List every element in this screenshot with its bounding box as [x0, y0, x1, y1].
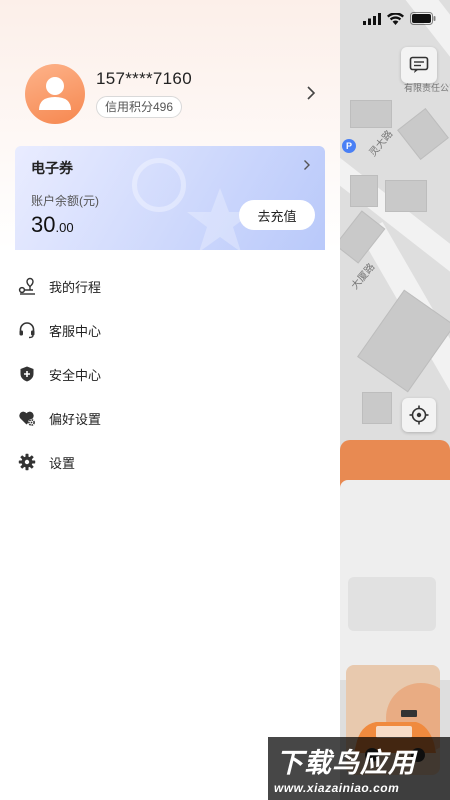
user-avatar-icon [39, 77, 71, 110]
coupon-title: 电子券 [31, 160, 73, 176]
menu-item-my-trips[interactable]: 我的行程 [0, 264, 340, 308]
message-button[interactable] [401, 47, 437, 83]
menu-item-label: 设置 [49, 455, 76, 471]
menu-item-settings[interactable]: 设置 [0, 440, 340, 484]
menu-item-label: 安全中心 [49, 367, 102, 383]
side-drawer: 157****7160 信用积分496 电子券 账户余额(元) 30.00 去充… [0, 0, 340, 800]
menu-item-customer-service[interactable]: 客服中心 [0, 308, 340, 352]
coupon-card[interactable]: 电子券 账户余额(元) 30.00 去充值 [15, 146, 325, 250]
headset-icon [18, 321, 36, 339]
watermark-title: 下载鸟应用 [276, 748, 416, 778]
credit-score-badge[interactable]: 信用积分496 [96, 96, 183, 118]
message-icon [409, 56, 429, 73]
recharge-button[interactable]: 去充值 [239, 200, 315, 230]
menu-item-label: 我的行程 [49, 279, 102, 295]
menu-item-label: 偏好设置 [49, 411, 102, 427]
menu-item-label: 客服中心 [49, 323, 102, 339]
wifi-icon [387, 12, 404, 25]
locate-icon [409, 405, 429, 425]
map-label-road: 灵大路 [367, 128, 396, 159]
shield-plus-icon [18, 365, 36, 383]
avatar[interactable] [25, 64, 85, 124]
locate-button[interactable] [402, 398, 436, 432]
menu-item-safety-center[interactable]: 安全中心 [0, 352, 340, 396]
watermark-url: www.xiazainiao.com [274, 781, 400, 795]
map-label-road: 大厦路 [349, 261, 378, 292]
menu-item-preferences[interactable]: 偏好设置 [0, 396, 340, 440]
drawer-menu: 我的行程 客服中心 安全中心 偏好设置 设置 [0, 264, 340, 484]
watermark: 下载鸟应用 www.xiazainiao.com [268, 737, 450, 800]
chevron-right-icon[interactable] [303, 159, 311, 171]
trip-route-icon [18, 277, 36, 295]
signal-icon [363, 12, 381, 25]
chevron-right-icon[interactable] [306, 85, 316, 101]
gear-icon [18, 453, 36, 471]
balance-amount: 30.00 [31, 212, 74, 238]
destination-field[interactable] [348, 577, 436, 631]
parking-marker-icon[interactable]: P [342, 139, 356, 153]
decorative-circle [132, 158, 186, 212]
balance-integer: 30 [31, 212, 56, 237]
heart-gear-icon [18, 409, 36, 427]
balance-label: 账户余额(元) [31, 194, 99, 208]
user-phone[interactable]: 157****7160 [96, 69, 192, 89]
battery-icon [410, 12, 436, 25]
balance-decimal: .00 [55, 220, 74, 235]
status-bar [363, 12, 436, 25]
